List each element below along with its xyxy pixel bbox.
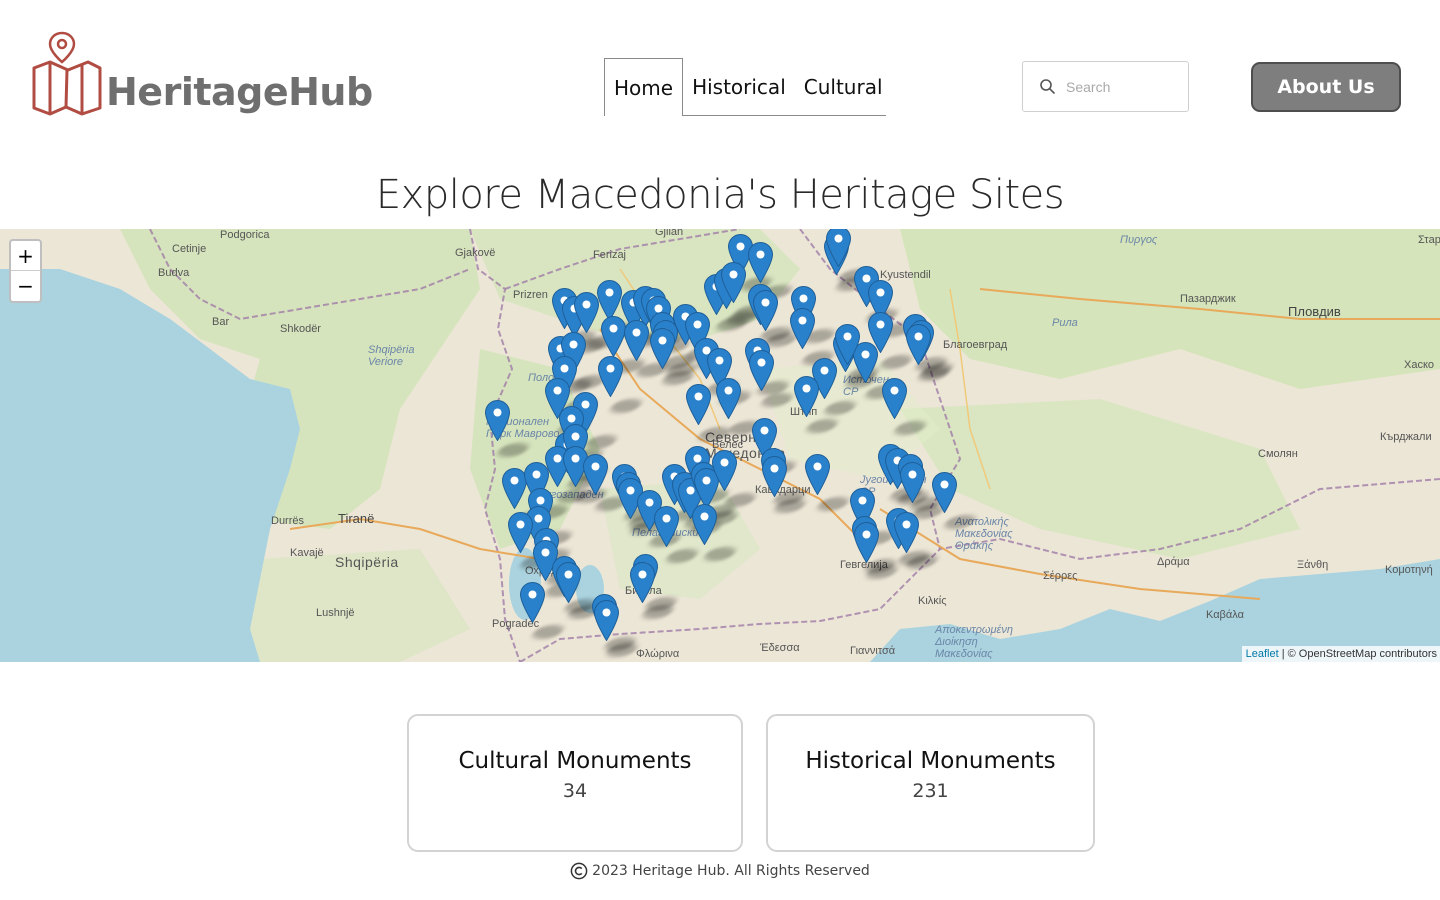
map-marker-icon[interactable] — [716, 378, 741, 419]
card-title: Cultural Monuments — [458, 748, 692, 774]
label-bar: Bar — [212, 316, 230, 328]
map-marker-icon[interactable] — [932, 472, 957, 513]
label-shkoder: Shkodër — [280, 323, 321, 335]
map-marker-icon[interactable] — [894, 512, 919, 553]
label-lushnje: Lushnjë — [316, 607, 355, 619]
map-marker-icon[interactable] — [630, 562, 655, 603]
map-marker-icon[interactable] — [650, 328, 675, 369]
label-budva: Budva — [158, 267, 190, 279]
nav-historical[interactable]: Historical — [683, 58, 795, 115]
map-marker-icon[interactable] — [854, 522, 879, 563]
map-attribution: Leaflet | © OpenStreetMap contributors — [1241, 646, 1440, 662]
map-marker-icon[interactable] — [749, 350, 774, 391]
map-marker-icon[interactable] — [826, 229, 851, 267]
card-title: Historical Monuments — [805, 748, 1056, 774]
brand-logo[interactable]: HeritageHub — [30, 30, 373, 122]
about-us-button[interactable]: About Us — [1251, 62, 1401, 112]
map-marker-icon[interactable] — [583, 454, 608, 495]
label-plovdiv: Пловдив — [1288, 304, 1341, 319]
label-giannitsa: Γιαννιτσά — [850, 645, 896, 657]
zoom-out-button[interactable]: − — [11, 271, 40, 301]
site-header: HeritageHub Home Historical Cultural Abo… — [0, 0, 1440, 150]
map-marker-icon[interactable] — [906, 324, 931, 365]
label-star: Στар — [1418, 234, 1440, 246]
label-kavaje: Kavajë — [290, 547, 324, 559]
map-marker-icon[interactable] — [594, 600, 619, 641]
map-marker-icon[interactable] — [601, 316, 626, 357]
map-marker-icon[interactable] — [508, 512, 533, 553]
page-title: Explore Macedonia's Heritage Sites — [375, 172, 1065, 218]
map-marker-icon[interactable] — [597, 280, 622, 321]
card-count: 231 — [912, 780, 949, 802]
brand-name: HeritageHub — [106, 70, 373, 114]
copyright-icon — [570, 862, 588, 880]
map-marker-icon[interactable] — [805, 454, 830, 495]
label-kardzhali: Кърджали — [1380, 431, 1432, 443]
leaflet-link[interactable]: Leaflet — [1246, 648, 1279, 660]
map-marker-icon[interactable] — [712, 450, 737, 491]
label-gjilan: Gjilan — [655, 229, 684, 238]
search-icon — [1040, 79, 1055, 94]
label-kavala: Καβάλα — [1206, 609, 1244, 621]
label-haskovo: Хаско — [1404, 359, 1435, 371]
zoom-control: + − — [9, 239, 42, 303]
label-blagoevgrad: Благоевград — [943, 339, 1008, 351]
map-marker-icon[interactable] — [556, 562, 581, 603]
map-marker-icon[interactable] — [790, 308, 815, 349]
historical-monuments-card[interactable]: Historical Monuments 231 — [766, 714, 1095, 852]
label-kilkis: Κιλκίς — [918, 595, 947, 607]
search-input[interactable] — [1066, 78, 1176, 95]
label-shqiperia: Shqipëria — [335, 554, 399, 570]
map-marker-icon[interactable] — [900, 462, 925, 503]
label-florina: Φλώρινα — [636, 648, 680, 660]
label-podgorica: Podgorica — [220, 229, 270, 241]
label-cetinje: Cetinje — [172, 243, 207, 255]
nav-cultural[interactable]: Cultural — [795, 58, 892, 115]
map-marker-icon[interactable] — [485, 400, 510, 441]
label-decentralized-macedonia: Αποκεντρωμένη Διοίκηση Μακεδονίας — [935, 624, 1013, 660]
map-marker-icon[interactable] — [624, 320, 649, 361]
footer-text: 2023 Heritage Hub. All Rights Reserved — [592, 863, 870, 879]
map-marker-icon[interactable] — [753, 290, 778, 331]
label-pyrgos: Πυργος — [1120, 234, 1158, 246]
label-serres: Σέρρες — [1043, 570, 1078, 582]
map-marker-icon[interactable] — [692, 504, 717, 545]
zoom-in-button[interactable]: + — [11, 241, 40, 271]
map-marker-icon[interactable] — [762, 456, 787, 497]
label-komotini: Κομοτηνή — [1385, 564, 1433, 576]
map-marker-icon[interactable] — [794, 376, 819, 417]
map-marker-icon[interactable] — [835, 324, 860, 365]
label-drama: Δράμα — [1157, 556, 1190, 568]
label-gjakove: Gjakovë — [455, 247, 496, 259]
label-tirane: Tiranë — [338, 511, 375, 526]
map-marker-icon[interactable] — [748, 242, 773, 283]
label-pazardzhik: Пазарджик — [1180, 293, 1236, 305]
search-box[interactable] — [1022, 61, 1189, 112]
map-marker-icon[interactable] — [520, 582, 545, 623]
label-xanthi: Ξάνθη — [1297, 559, 1329, 571]
main-nav: Home Historical Cultural — [604, 58, 886, 116]
label-edessa: Έδεσσα — [760, 642, 800, 654]
card-count: 34 — [562, 780, 588, 802]
footer: 2023 Heritage Hub. All Rights Reserved — [0, 862, 1440, 880]
label-smolyan: Смолян — [1258, 448, 1298, 460]
heritage-map[interactable]: Podgorica Cetinje Budva Bar Shkodër Shqi… — [0, 229, 1440, 662]
map-pin-logo-icon — [32, 31, 102, 116]
label-prizren: Prizren — [513, 289, 548, 301]
attribution-text: | © OpenStreetMap contributors — [1278, 648, 1437, 660]
label-ferizaj: Ferizaj — [593, 249, 627, 261]
label-shqiperia-veriore: Shqipëria Veriore — [368, 344, 415, 368]
cultural-monuments-card[interactable]: Cultural Monuments 34 — [407, 714, 743, 852]
map-marker-icon[interactable] — [721, 262, 746, 303]
label-rila: Рила — [1052, 317, 1078, 329]
map-marker-icon[interactable] — [574, 292, 599, 333]
nav-home[interactable]: Home — [604, 58, 684, 116]
map-marker-icon[interactable] — [686, 384, 711, 425]
map-marker-icon[interactable] — [598, 356, 623, 397]
map-marker-icon[interactable] — [882, 378, 907, 419]
label-durres: Durrës — [271, 515, 305, 527]
